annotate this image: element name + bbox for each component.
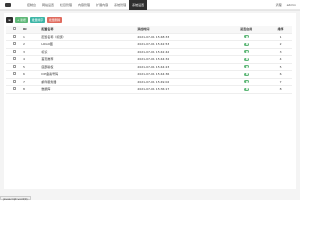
- column-header-enabled: 是否启用: [223, 26, 270, 34]
- column-header-sort: 排序: [269, 26, 292, 34]
- row-name: 邮件服务器: [40, 78, 137, 86]
- select-all-checkbox[interactable]: [6, 26, 23, 34]
- row-name: ICP备案号码: [40, 70, 137, 79]
- row-name: 配置名称（标题）: [40, 33, 137, 41]
- column-header-time: 添加时间: [136, 26, 224, 34]
- status-url: javascript:void(0);: [0, 196, 32, 201]
- status-bar: javascript:void(0);: [0, 191, 300, 201]
- row-id: 7: [22, 78, 41, 86]
- row-sort: 3: [269, 48, 292, 56]
- row-time: 2021-07-01 15:49:02: [136, 78, 224, 86]
- row-sort: 5: [269, 63, 292, 71]
- column-header-id: ID: [22, 26, 41, 34]
- nav-extended-content[interactable]: 扩展内容: [93, 0, 111, 10]
- row-sort: 8: [269, 85, 292, 94]
- user-menu[interactable]: admin: [287, 3, 296, 7]
- logo-icon: [5, 2, 11, 7]
- enable-toggle[interactable]: [223, 85, 270, 94]
- row-checkbox[interactable]: [6, 78, 23, 86]
- table-row: 7 邮件服务器 2021-07-01 15:49:02 7: [6, 78, 292, 86]
- row-name: 标识: [40, 48, 137, 56]
- row-id: 6: [22, 70, 41, 79]
- row-time: 2021-07-01 15:42:53: [136, 40, 224, 49]
- nav-site-settings[interactable]: 网站设置: [39, 0, 57, 10]
- table-toolbar: ⊞ + 新增 批量排序 批量删除: [6, 17, 63, 23]
- config-table: ID 配置名称 添加时间 是否启用 排序 1 配置名称（标题） 2021-07-…: [6, 26, 292, 94]
- row-time: 2021-07-01 15:48:33: [136, 33, 224, 41]
- row-time: 2021-07-01 15:44:32: [136, 55, 224, 64]
- content-area: ⊞ + 新增 批量排序 批量删除 ID 配置名称 添加时间 是否启用 排序 1: [0, 11, 300, 191]
- row-sort: 4: [269, 55, 292, 64]
- row-time: 2021-07-01 15:44:23: [136, 63, 224, 71]
- row-sort: 2: [269, 40, 292, 49]
- batch-delete-button[interactable]: 批量删除: [47, 17, 63, 23]
- row-sort: 1: [269, 33, 292, 41]
- enable-toggle[interactable]: [223, 48, 270, 56]
- row-checkbox[interactable]: [6, 70, 23, 79]
- table-row: 4 首页推荐 2021-07-01 15:44:32 4: [6, 55, 292, 64]
- row-id: 5: [22, 63, 41, 71]
- row-id: 3: [22, 48, 41, 56]
- table-header-row: ID 配置名称 添加时间 是否启用 排序: [6, 26, 292, 34]
- enable-toggle[interactable]: [223, 33, 270, 41]
- column-header-name: 配置名称: [40, 26, 137, 34]
- main-nav: 控制台 网站设置 栏目管理 内容管理 扩展内容 系统管理 系统设置: [24, 0, 148, 10]
- table-row: 3 标识 2021-07-01 15:42:42 3: [6, 48, 292, 56]
- row-id: 1: [22, 33, 41, 41]
- row-time: 2021-07-01 15:42:42: [136, 48, 224, 56]
- row-checkbox[interactable]: [6, 55, 23, 64]
- top-navbar: 控制台 网站设置 栏目管理 内容管理 扩展内容 系统管理 系统设置 清理 adm…: [0, 0, 300, 10]
- row-sort: 7: [269, 78, 292, 86]
- row-id: 2: [22, 40, 41, 49]
- add-button[interactable]: + 新增: [15, 17, 28, 23]
- nav-system-settings[interactable]: 系统设置: [129, 0, 148, 10]
- row-name: LOGO图: [40, 40, 137, 49]
- row-name: 数据库: [40, 85, 137, 94]
- enable-toggle[interactable]: [223, 70, 270, 79]
- enable-toggle[interactable]: [223, 55, 270, 64]
- table-row: 8 数据库 2021-07-01 15:36:17 8: [6, 85, 292, 94]
- enable-toggle[interactable]: [223, 78, 270, 86]
- grid-toggle-button[interactable]: ⊞: [6, 17, 13, 23]
- row-time: 2021-07-01 15:44:36: [136, 70, 224, 79]
- table-row: 5 底部版权 2021-07-01 15:44:23 5: [6, 63, 292, 71]
- table-row: 2 LOGO图 2021-07-01 15:42:53 2: [6, 40, 292, 49]
- table-row: 1 配置名称（标题） 2021-07-01 15:48:33 1: [6, 33, 292, 41]
- row-id: 8: [22, 85, 41, 94]
- brand: [0, 2, 24, 7]
- batch-sort-button[interactable]: 批量排序: [29, 17, 46, 23]
- table-row: 6 ICP备案号码 2021-07-01 15:44:36 6: [6, 70, 292, 79]
- enable-toggle[interactable]: [223, 63, 270, 71]
- nav-column-management[interactable]: 栏目管理: [57, 0, 75, 10]
- row-time: 2021-07-01 15:36:17: [136, 85, 224, 94]
- list-panel: ⊞ + 新增 批量排序 批量删除 ID 配置名称 添加时间 是否启用 排序 1: [4, 13, 296, 189]
- row-checkbox[interactable]: [6, 33, 23, 41]
- nav-dashboard[interactable]: 控制台: [24, 0, 39, 10]
- row-checkbox[interactable]: [6, 85, 23, 94]
- row-name: 底部版权: [40, 63, 137, 71]
- nav-system-management[interactable]: 系统管理: [111, 0, 129, 10]
- row-name: 首页推荐: [40, 55, 137, 64]
- nav-content-management[interactable]: 内容管理: [75, 0, 93, 10]
- row-sort: 6: [269, 70, 292, 79]
- row-checkbox[interactable]: [6, 63, 23, 71]
- row-checkbox[interactable]: [6, 48, 23, 56]
- enable-toggle[interactable]: [223, 40, 270, 49]
- clear-cache-button[interactable]: 清理: [276, 3, 282, 7]
- row-id: 4: [22, 55, 41, 64]
- row-checkbox[interactable]: [6, 40, 23, 49]
- header-tools: 清理 admin: [276, 0, 296, 10]
